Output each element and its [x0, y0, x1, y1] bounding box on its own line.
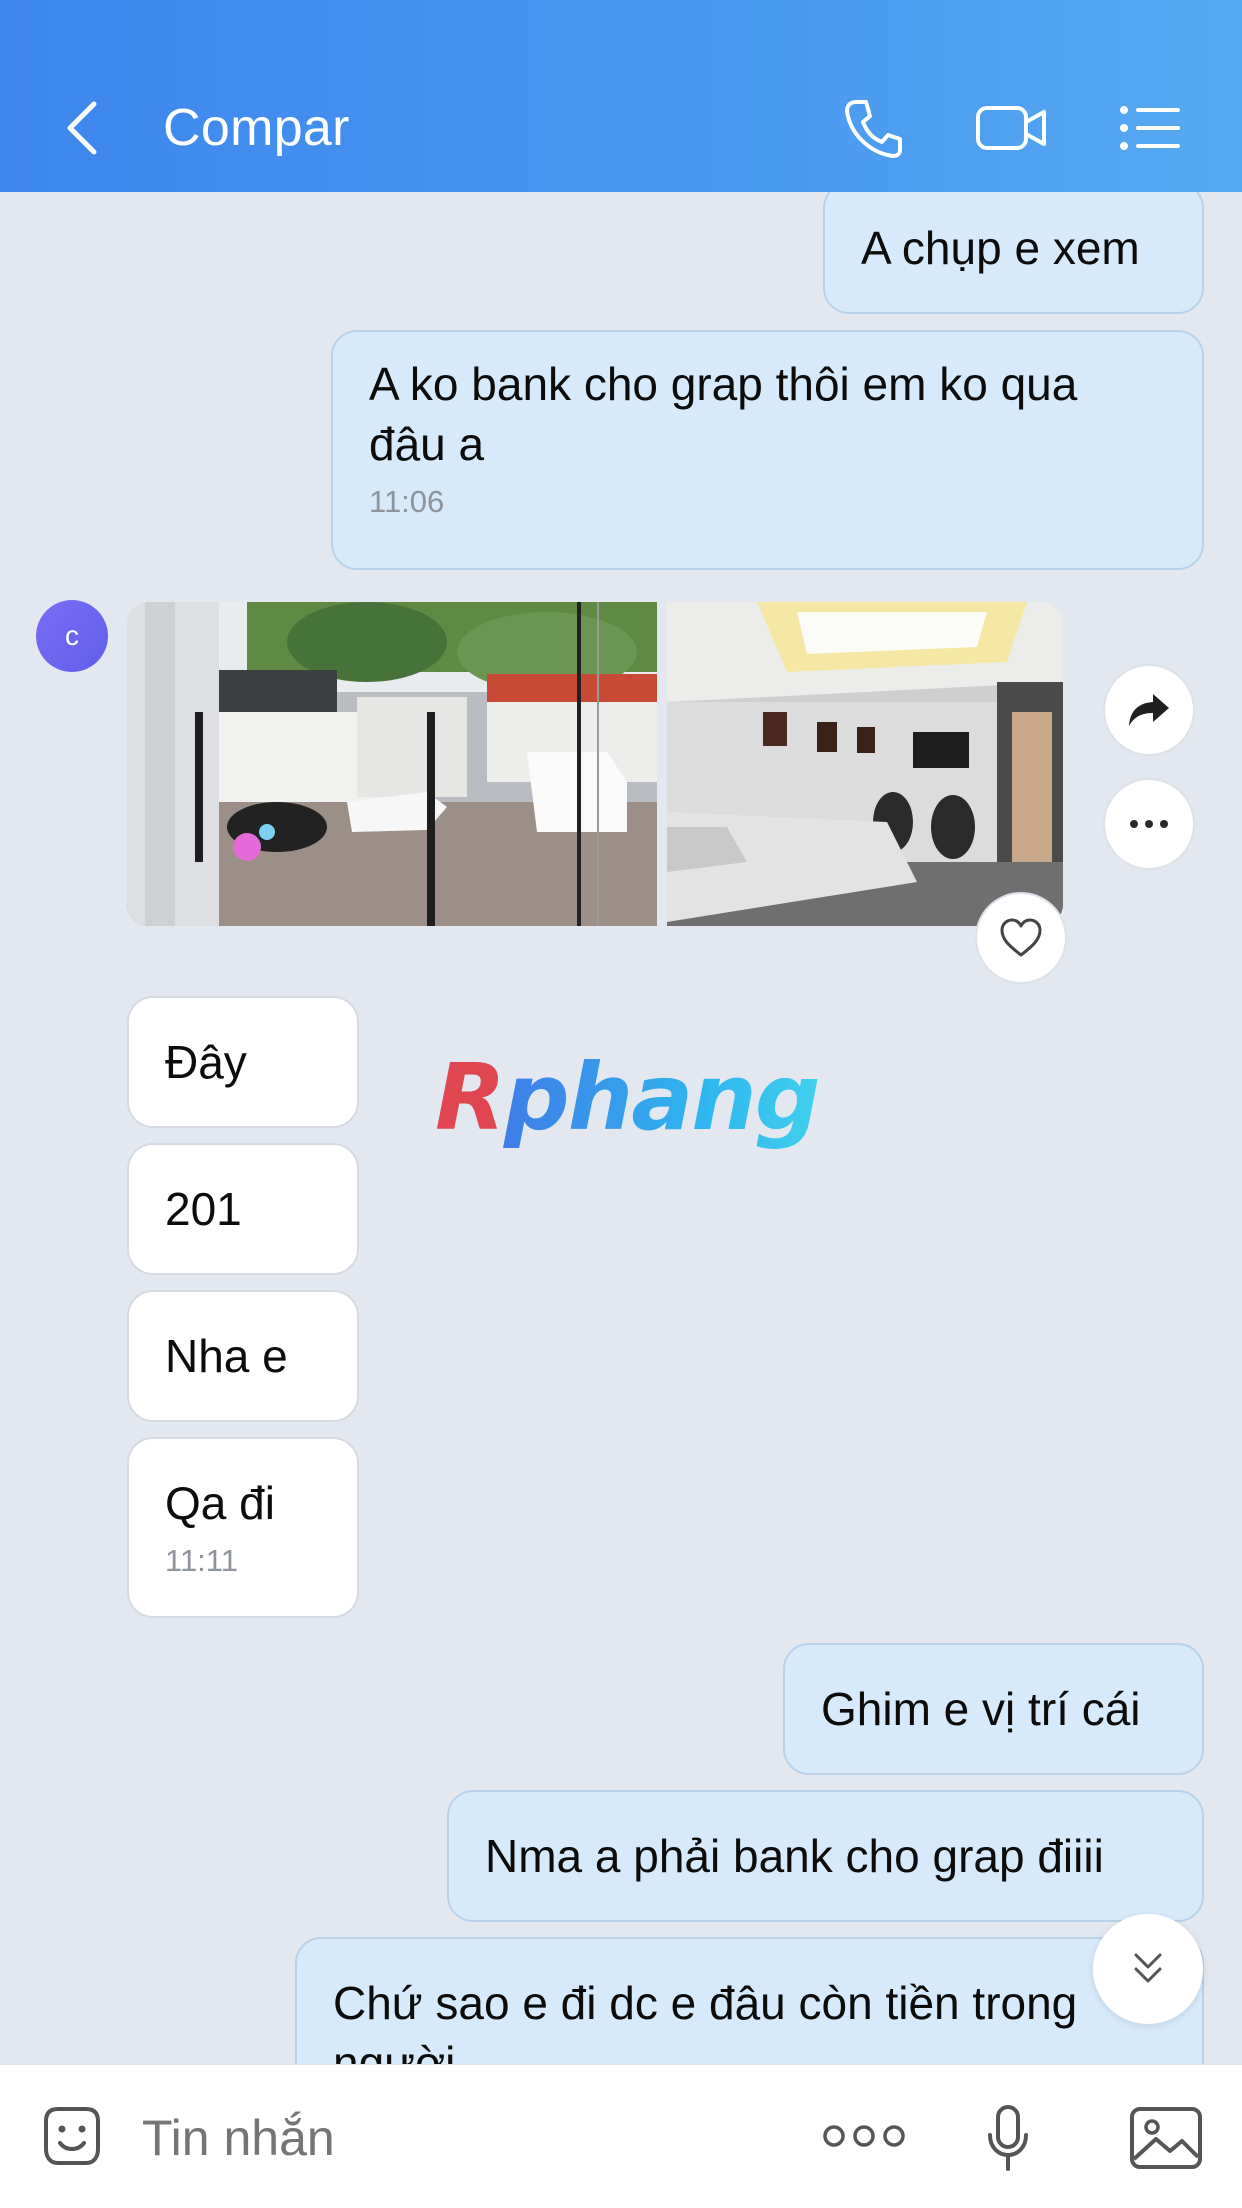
- forward-button[interactable]: [1103, 664, 1195, 756]
- message-bubble[interactable]: Đây: [127, 996, 359, 1128]
- sticker-button[interactable]: [36, 2101, 108, 2173]
- courtyard-photo-image: [127, 602, 657, 926]
- share-arrow-icon: [1129, 694, 1169, 726]
- message-text: 201: [165, 1183, 242, 1235]
- message-time: 11:06: [369, 484, 445, 519]
- message-bubble[interactable]: A chụp e xem: [823, 192, 1204, 314]
- chat-header: Compar: [0, 0, 1242, 192]
- video-call-icon: [976, 106, 1046, 150]
- message-bubble[interactable]: A ko bank cho grap thôi em ko qua đâu a …: [331, 330, 1204, 570]
- double-chevron-down-icon: [1134, 1953, 1162, 1983]
- microphone-icon: [988, 2105, 1028, 2171]
- message-text: Qa đi: [165, 1477, 275, 1529]
- back-chevron-icon: [67, 101, 97, 155]
- react-button[interactable]: [975, 892, 1067, 984]
- message-text: Chứ sao e đi dc e đâu còn tiền trong ngư…: [333, 1977, 1078, 2064]
- more-dots-icon: [823, 2125, 905, 2147]
- voice-message-button[interactable]: [984, 2103, 1032, 2175]
- image-icon: [1130, 2107, 1202, 2169]
- message-bubble[interactable]: Qa đi 11:11: [127, 1437, 359, 1618]
- message-bubble[interactable]: Ghim e vị trí cái: [783, 1643, 1204, 1775]
- message-text: Nha e: [165, 1330, 288, 1382]
- heart-icon: [1000, 918, 1042, 957]
- avatar[interactable]: c: [36, 600, 108, 672]
- photo-courtyard[interactable]: [127, 602, 657, 926]
- bedroom-photo-image: [667, 602, 1063, 926]
- message-text: A chụp e xem: [861, 222, 1140, 274]
- send-image-button[interactable]: [1128, 2103, 1204, 2173]
- more-actions-button[interactable]: [822, 2121, 906, 2151]
- message-bubble[interactable]: Nha e: [127, 1290, 359, 1422]
- message-bubble[interactable]: 201: [127, 1143, 359, 1275]
- message-bubble[interactable]: Nma a phải bank cho grap điiii: [447, 1790, 1204, 1922]
- message-text: A ko bank cho grap thôi em ko qua đâu a: [369, 358, 1078, 470]
- message-list[interactable]: A chụp e xem A ko bank cho grap thôi em …: [0, 192, 1242, 2064]
- more-options-button[interactable]: [1103, 778, 1195, 870]
- chat-title[interactable]: Compar: [163, 98, 350, 158]
- message-time: 11:11: [165, 1543, 238, 1578]
- menu-list-icon: [1120, 106, 1180, 150]
- message-text: Đây: [165, 1036, 247, 1088]
- back-button[interactable]: [60, 98, 104, 158]
- call-button[interactable]: [842, 96, 906, 160]
- message-input-bar: [0, 2064, 1242, 2208]
- watermark-logo: Rphang: [435, 1044, 821, 1151]
- message-text: Nma a phải bank cho grap điiii: [485, 1830, 1104, 1882]
- message-text: Ghim e vị trí cái: [821, 1683, 1141, 1735]
- chat-options-button[interactable]: [1118, 96, 1184, 160]
- scroll-to-bottom-button[interactable]: [1093, 1914, 1203, 2024]
- message-bubble[interactable]: Chứ sao e đi dc e đâu còn tiền trong ngư…: [295, 1937, 1204, 2064]
- more-dots-icon: [1130, 820, 1168, 828]
- photo-bedroom[interactable]: [667, 602, 1063, 926]
- video-call-button[interactable]: [974, 96, 1050, 160]
- message-input[interactable]: [142, 2109, 662, 2167]
- phone-icon: [845, 100, 902, 158]
- sticker-icon: [44, 2107, 100, 2165]
